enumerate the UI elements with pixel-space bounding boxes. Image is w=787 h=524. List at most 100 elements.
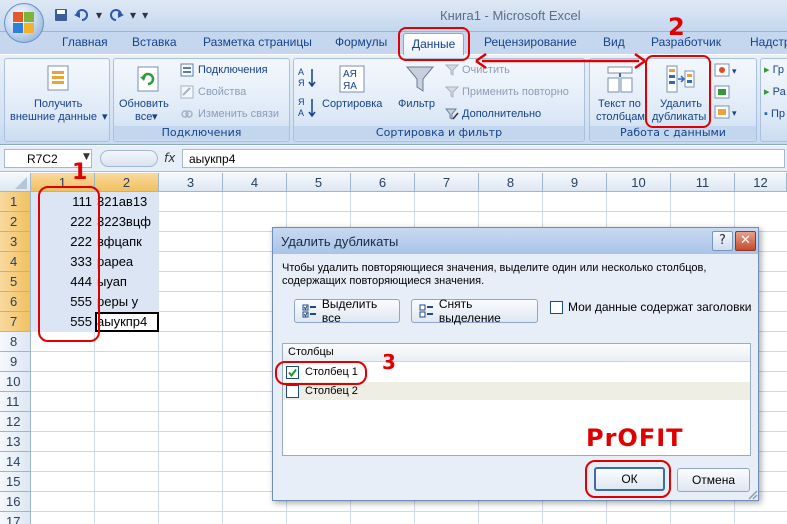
row-header[interactable]: 9 xyxy=(0,352,31,372)
column-header[interactable]: 7 xyxy=(415,173,479,192)
outline-item-1[interactable]: ▸ Гр xyxy=(764,64,784,77)
column-header[interactable]: 5 xyxy=(287,173,351,192)
redo-icon[interactable] xyxy=(108,8,125,22)
tab-view[interactable]: Вид xyxy=(603,35,625,49)
svg-text:АЯ: АЯ xyxy=(343,69,357,80)
undo-dropdown-icon[interactable]: ▾ xyxy=(96,8,102,22)
cell-value[interactable]: рареа xyxy=(97,252,157,272)
row-header[interactable]: 8 xyxy=(0,332,31,352)
row-header[interactable]: 11 xyxy=(0,392,31,412)
insert-function-icon[interactable]: fx xyxy=(164,151,175,165)
tab-review[interactable]: Рецензирование xyxy=(484,35,577,49)
tab-home[interactable]: Главная xyxy=(62,35,108,49)
close-button[interactable]: ✕ xyxy=(735,231,756,251)
cell-value[interactable]: аыукпр4 xyxy=(97,312,157,332)
column-header[interactable]: 8 xyxy=(479,173,543,192)
row-header[interactable]: 15 xyxy=(0,472,31,492)
tab-page-layout[interactable]: Разметка страницы xyxy=(203,35,312,49)
annotation-circle-remove-duplicates xyxy=(645,55,711,128)
sort-az-icon[interactable]: АЯ xyxy=(298,66,320,88)
resize-grip-icon[interactable] xyxy=(746,488,758,500)
undo-icon[interactable] xyxy=(74,8,90,22)
cell-value[interactable]: 3223вцф xyxy=(97,212,157,232)
filter-button[interactable]: Фильтр xyxy=(398,98,435,111)
annotation-circle-column1 xyxy=(275,361,367,385)
reapply-icon xyxy=(445,86,459,98)
text-to-columns-label-2[interactable]: столбцам xyxy=(596,111,645,124)
tab-addins[interactable]: Надстр xyxy=(750,35,787,49)
data-tools-small-icons[interactable]: ▾▾ xyxy=(714,62,742,120)
group-data-tools-label: Работа с данными xyxy=(590,126,756,140)
column2-checkbox[interactable] xyxy=(286,385,299,398)
unselect-all-button[interactable]: Снять выделение xyxy=(411,297,538,325)
annotation-circle-ok xyxy=(585,460,671,498)
clear-filter-icon xyxy=(445,64,459,76)
row-header[interactable]: 2 xyxy=(0,212,31,232)
svg-text:Я: Я xyxy=(298,78,305,88)
dialog-title: Удалить дубликаты xyxy=(281,234,399,249)
save-icon[interactable] xyxy=(54,8,68,22)
connections-button[interactable]: Подключения xyxy=(198,64,268,77)
row-header[interactable]: 12 xyxy=(0,412,31,432)
headers-checkbox[interactable] xyxy=(550,301,563,314)
cell-value[interactable]: вфцапк xyxy=(97,232,157,252)
formula-bar-splitter[interactable] xyxy=(100,150,158,167)
column-header[interactable]: 12 xyxy=(735,173,787,192)
advanced-filter-button[interactable]: Дополнительно xyxy=(462,108,541,121)
row-header[interactable]: 1 xyxy=(0,192,31,212)
cell-value[interactable]: ыуап xyxy=(97,272,157,292)
svg-text:▾: ▾ xyxy=(732,109,737,119)
row-header[interactable]: 6 xyxy=(0,292,31,312)
office-button[interactable] xyxy=(4,3,44,43)
svg-text:А: А xyxy=(298,108,304,118)
row-header[interactable]: 7 xyxy=(0,312,31,332)
headers-checkbox-label[interactable]: Мои данные содержат заголовки xyxy=(568,300,751,314)
refresh-all-label-2[interactable]: все xyxy=(135,111,152,124)
outline-item-3[interactable]: ▪ Пр xyxy=(764,108,785,121)
column-header[interactable]: 4 xyxy=(223,173,287,192)
cell-value[interactable]: 321ав13 xyxy=(97,192,157,212)
outline-item-2[interactable]: ▸ Ра xyxy=(764,86,786,99)
sort-dialog-icon: АЯЯА xyxy=(339,65,365,93)
column-header[interactable]: 9 xyxy=(543,173,607,192)
get-external-dropdown-icon[interactable]: ▾ xyxy=(102,111,108,124)
row-header[interactable]: 14 xyxy=(0,452,31,472)
sort-za-icon[interactable]: ЯА xyxy=(298,96,320,118)
text-to-columns-label-1[interactable]: Текст по xyxy=(598,98,641,111)
svg-text:ЯА: ЯА xyxy=(343,81,357,92)
tab-developer[interactable]: Разработчик xyxy=(651,35,721,49)
dialog-instruction: Чтобы удалить повторяющиеся значения, вы… xyxy=(282,262,707,287)
cell-value[interactable]: реры у xyxy=(97,292,157,312)
get-external-data-label-1[interactable]: Получить xyxy=(34,98,82,111)
customize-qat-icon[interactable]: ▾ xyxy=(142,8,148,22)
sort-button[interactable]: Сортировка xyxy=(322,98,382,111)
reapply-button[interactable]: Применить повторно xyxy=(462,86,569,99)
column-header[interactable]: 11 xyxy=(671,173,735,192)
column-header[interactable]: 3 xyxy=(159,173,223,192)
refresh-all-icon xyxy=(137,66,159,92)
properties-button[interactable]: Свойства xyxy=(198,86,246,99)
row-header[interactable]: 10 xyxy=(0,372,31,392)
cancel-button[interactable]: Отмена xyxy=(677,468,750,492)
help-button[interactable]: ? xyxy=(712,231,733,251)
edit-links-button[interactable]: Изменить связи xyxy=(198,108,279,121)
row-header[interactable]: 17 xyxy=(0,512,31,524)
select-all-button[interactable]: Выделить все xyxy=(294,297,400,325)
tab-insert[interactable]: Вставка xyxy=(132,35,177,49)
formula-input[interactable]: аыукпр4 xyxy=(182,149,785,168)
column-header[interactable]: 2 xyxy=(95,173,159,192)
refresh-all-label-1[interactable]: Обновить xyxy=(119,98,169,111)
row-header[interactable]: 4 xyxy=(0,252,31,272)
row-header[interactable]: 13 xyxy=(0,432,31,452)
select-all-corner[interactable] xyxy=(0,173,31,192)
get-external-data-label-2[interactable]: внешние данные xyxy=(10,111,97,124)
row-header[interactable]: 3 xyxy=(0,232,31,252)
select-all-label: Выделить все xyxy=(321,297,378,325)
row-header[interactable]: 16 xyxy=(0,492,31,512)
redo-dropdown-icon[interactable]: ▾ xyxy=(130,8,136,22)
tab-formulas[interactable]: Формулы xyxy=(335,35,387,49)
row-header[interactable]: 5 xyxy=(0,272,31,292)
column-header[interactable]: 10 xyxy=(607,173,671,192)
refresh-dropdown-icon[interactable]: ▾ xyxy=(152,111,158,124)
column-header[interactable]: 6 xyxy=(351,173,415,192)
